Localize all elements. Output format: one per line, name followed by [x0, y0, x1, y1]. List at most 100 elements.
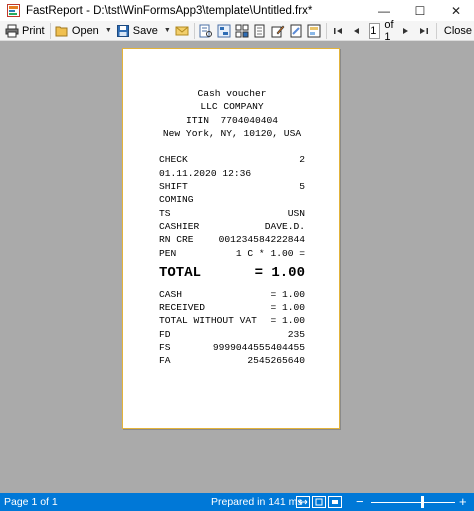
cash-label: CASH [159, 288, 183, 300]
edit-button[interactable] [305, 22, 323, 40]
edit-page-icon [271, 25, 285, 37]
shift-value: 5 [299, 181, 305, 193]
receipt-row-received: RECEIVED = 1.00 [159, 301, 305, 314]
receipt-row-ts: TS USN [159, 207, 305, 220]
thumbnails-icon [235, 24, 249, 37]
close-window-button[interactable]: ✕ [438, 0, 474, 21]
rncre-label: RN CRE [159, 234, 194, 246]
receipt-company: LLC COMPANY [200, 101, 264, 113]
receipt-itin: ITIN 7704040404 [185, 114, 279, 126]
fa-value: 2545265640 [247, 355, 305, 367]
pen-label: PEN [159, 247, 177, 259]
maximize-button[interactable]: ☐ [402, 0, 438, 21]
floppy-disk-icon [116, 24, 129, 37]
previous-page-icon [354, 27, 360, 34]
preview-area[interactable]: Cash voucher LLC COMPANY ITIN 7704040404… [0, 41, 474, 493]
page-setup-button[interactable] [251, 22, 269, 40]
receipt-row-pen: PEN 1 C * 1.00 = [159, 247, 305, 260]
receipt-row-cash: CASH = 1.00 [159, 288, 305, 301]
zoom-whole-page-button[interactable] [312, 496, 326, 508]
page-width-icon [298, 499, 308, 505]
whole-page-icon [315, 498, 323, 506]
rncre-value: 001234584222844 [218, 234, 305, 246]
fs-value: 9999044555404455 [212, 342, 305, 354]
page-count-label: of 1 [384, 18, 394, 43]
page-status: Page 1 of 1 [4, 496, 58, 508]
folder-open-icon [55, 26, 68, 36]
first-page-button[interactable] [329, 22, 347, 40]
total-value: = 1.00 [254, 264, 305, 281]
zoom-slider-thumb[interactable] [421, 496, 424, 508]
cashier-value: DAVE.D. [264, 220, 305, 232]
received-label: RECEIVED [159, 302, 206, 314]
zoom-in-button[interactable]: + [459, 493, 467, 511]
total-without-vat-value: = 1.00 [270, 315, 305, 327]
first-page-icon [334, 27, 343, 34]
last-page-button[interactable] [415, 22, 433, 40]
save-label: Save [132, 24, 158, 37]
pen-value: 1 C * 1.00 = [235, 247, 305, 259]
find-text-icon [199, 24, 213, 37]
close-preview-button[interactable]: Close [439, 22, 474, 40]
receipt-row-fa: FA 2545265640 [159, 354, 305, 367]
fd-value: 235 [287, 328, 305, 340]
prepared-time: Prepared in 141 ms [211, 496, 303, 508]
zoom-presets [296, 496, 342, 508]
report-page: Cash voucher LLC COMPANY ITIN 7704040404… [122, 48, 340, 429]
zoom-slider-track[interactable] [371, 501, 455, 503]
email-envelope-icon [175, 26, 189, 35]
edit-page-button[interactable] [269, 22, 287, 40]
outline-button[interactable] [215, 22, 233, 40]
check-label: CHECK [159, 154, 188, 166]
preview-toolbar: Print Open ▼ Save ▼ 1 of 1 Close [0, 18, 474, 43]
receipt-row-check: CHECK 2 [159, 153, 305, 166]
zoom-page-width-button[interactable] [296, 496, 310, 508]
open-dropdown-arrow-icon[interactable]: ▼ [105, 27, 112, 34]
window-title: FastReport - D:\tst\WinFormsApp3\templat… [26, 4, 313, 17]
receipt-coming: COMING [159, 194, 194, 206]
page-number-input[interactable]: 1 [369, 22, 381, 39]
print-label: Print [22, 24, 45, 37]
zoom-out-button[interactable]: − [356, 493, 364, 511]
receipt-row-total: TOTAL = 1.00 [159, 264, 305, 282]
shift-label: SHIFT [159, 181, 188, 193]
receipt-row-fs: FS 9999044555404455 [159, 341, 305, 354]
send-email-button[interactable] [173, 22, 191, 40]
save-dropdown-arrow-icon[interactable]: ▼ [164, 27, 171, 34]
fd-label: FD [159, 328, 171, 340]
zoom-100-button[interactable] [328, 496, 342, 508]
printer-icon [5, 24, 19, 37]
close-label: Close [443, 24, 472, 37]
receipt-address: New York, NY, 10120, USA [162, 127, 302, 139]
cash-value: = 1.00 [270, 288, 305, 300]
receipt-row-cashier: CASHIER DAVE.D. [159, 220, 305, 233]
last-page-icon [419, 27, 428, 34]
previous-page-button[interactable] [347, 22, 365, 40]
watermark-icon [290, 24, 302, 37]
design-report-icon [307, 24, 321, 37]
receipt-row-total-without-vat: TOTAL WITHOUT VAT = 1.00 [159, 314, 305, 327]
open-label: Open [71, 24, 99, 37]
ts-value: USN [287, 207, 305, 219]
receipt-datetime: 01.11.2020 12:36 [159, 167, 252, 179]
fs-label: FS [159, 342, 171, 354]
watermark-button[interactable] [287, 22, 305, 40]
open-button[interactable]: Open ▼ [53, 22, 114, 40]
thumbnails-button[interactable] [233, 22, 251, 40]
next-page-icon [402, 27, 408, 34]
print-button[interactable]: Print [3, 22, 47, 40]
fastreport-app-icon [7, 4, 20, 17]
window-controls: — ☐ ✕ [366, 0, 474, 21]
receipt-row-shift: SHIFT 5 [159, 180, 305, 193]
title-bar: FastReport - D:\tst\WinFormsApp3\templat… [0, 0, 474, 21]
receipt-header-title: Cash voucher [197, 88, 267, 99]
next-page-button[interactable] [397, 22, 415, 40]
find-button[interactable] [197, 22, 215, 40]
check-value: 2 [299, 154, 305, 166]
receipt-row-fd: FD 235 [159, 328, 305, 341]
save-button[interactable]: Save ▼ [114, 22, 173, 40]
status-bar: Page 1 of 1 Prepared in 141 ms − + [0, 493, 474, 511]
fa-label: FA [159, 355, 171, 367]
outline-tree-icon [217, 24, 231, 37]
